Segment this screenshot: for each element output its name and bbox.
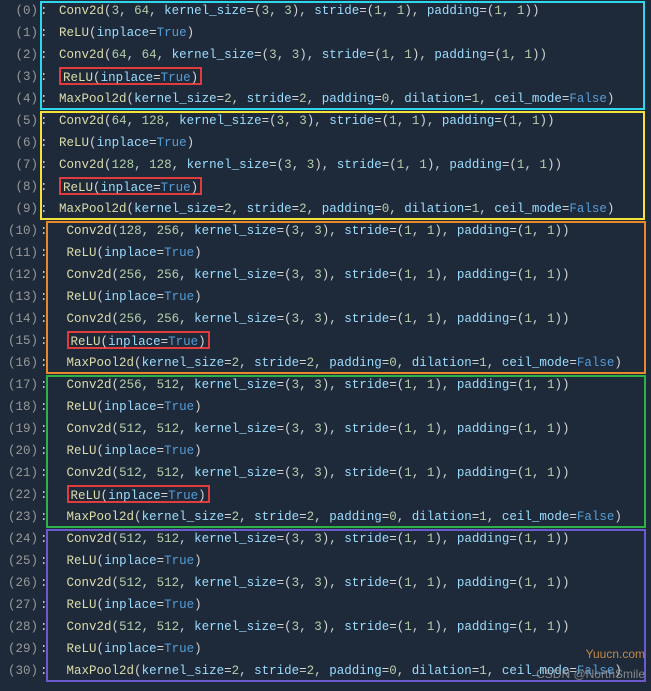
line-index: (5)	[0, 110, 40, 132]
code-content: Conv2d(512, 512, kernel_size=(3, 3), str…	[48, 418, 651, 440]
code-line: (25): ReLU(inplace=True)	[0, 550, 651, 572]
code-content: Conv2d(256, 512, kernel_size=(3, 3), str…	[48, 374, 651, 396]
code-line: (0): Conv2d(3, 64, kernel_size=(3, 3), s…	[0, 0, 651, 22]
code-content: Conv2d(512, 512, kernel_size=(3, 3), str…	[48, 616, 651, 638]
code-line: (22): ReLU(inplace=True)	[0, 484, 651, 506]
line-index: (0)	[0, 0, 40, 22]
highlight-box: ReLU(inplace=True)	[59, 177, 202, 195]
code-line: (24): Conv2d(512, 512, kernel_size=(3, 3…	[0, 528, 651, 550]
line-index: (26)	[0, 572, 40, 594]
line-index: (25)	[0, 550, 40, 572]
line-index: (4)	[0, 88, 40, 110]
watermark-site: Yuucn.com	[586, 643, 645, 665]
highlight-box: ReLU(inplace=True)	[67, 485, 210, 503]
code-content: ReLU(inplace=True)	[48, 66, 651, 89]
code-content: Conv2d(128, 256, kernel_size=(3, 3), str…	[48, 220, 651, 242]
code-line: (26): Conv2d(512, 512, kernel_size=(3, 3…	[0, 572, 651, 594]
code-line: (13): ReLU(inplace=True)	[0, 286, 651, 308]
code-line: (9): MaxPool2d(kernel_size=2, stride=2, …	[0, 198, 651, 220]
line-index: (24)	[0, 528, 40, 550]
code-content: MaxPool2d(kernel_size=2, stride=2, paddi…	[48, 88, 651, 110]
line-index: (6)	[0, 132, 40, 154]
code-content: MaxPool2d(kernel_size=2, stride=2, paddi…	[48, 352, 651, 374]
code-content: ReLU(inplace=True)	[48, 484, 651, 507]
code-line: (11): ReLU(inplace=True)	[0, 242, 651, 264]
line-index: (16)	[0, 352, 40, 374]
line-index: (9)	[0, 198, 40, 220]
line-index: (3)	[0, 66, 40, 88]
line-index: (27)	[0, 594, 40, 616]
code-line: (14): Conv2d(256, 256, kernel_size=(3, 3…	[0, 308, 651, 330]
code-block: (0): Conv2d(3, 64, kernel_size=(3, 3), s…	[0, 0, 651, 682]
code-content: Conv2d(64, 64, kernel_size=(3, 3), strid…	[48, 44, 651, 66]
code-line: (18): ReLU(inplace=True)	[0, 396, 651, 418]
code-line: (28): Conv2d(512, 512, kernel_size=(3, 3…	[0, 616, 651, 638]
code-content: Conv2d(512, 512, kernel_size=(3, 3), str…	[48, 462, 651, 484]
code-content: ReLU(inplace=True)	[48, 396, 651, 418]
line-index: (17)	[0, 374, 40, 396]
line-index: (21)	[0, 462, 40, 484]
line-index: (14)	[0, 308, 40, 330]
code-content: ReLU(inplace=True)	[48, 440, 651, 462]
line-index: (1)	[0, 22, 40, 44]
code-line: (3): ReLU(inplace=True)	[0, 66, 651, 88]
code-content: ReLU(inplace=True)	[48, 550, 651, 572]
line-index: (11)	[0, 242, 40, 264]
code-content: Conv2d(512, 512, kernel_size=(3, 3), str…	[48, 528, 651, 550]
code-line: (23): MaxPool2d(kernel_size=2, stride=2,…	[0, 506, 651, 528]
line-index: (15)	[0, 330, 40, 352]
code-line: (8): ReLU(inplace=True)	[0, 176, 651, 198]
code-line: (27): ReLU(inplace=True)	[0, 594, 651, 616]
code-line: (6): ReLU(inplace=True)	[0, 132, 651, 154]
code-content: ReLU(inplace=True)	[48, 330, 651, 353]
code-line: (19): Conv2d(512, 512, kernel_size=(3, 3…	[0, 418, 651, 440]
line-index: (22)	[0, 484, 40, 506]
line-index: (12)	[0, 264, 40, 286]
code-line: (15): ReLU(inplace=True)	[0, 330, 651, 352]
line-index: (19)	[0, 418, 40, 440]
code-content: ReLU(inplace=True)	[48, 176, 651, 199]
code-content: ReLU(inplace=True)	[48, 286, 651, 308]
line-index: (2)	[0, 44, 40, 66]
code-content: Conv2d(128, 128, kernel_size=(3, 3), str…	[48, 154, 651, 176]
line-index: (8)	[0, 176, 40, 198]
code-content: MaxPool2d(kernel_size=2, stride=2, paddi…	[48, 506, 651, 528]
line-index: (13)	[0, 286, 40, 308]
code-content: MaxPool2d(kernel_size=2, stride=2, paddi…	[48, 198, 651, 220]
code-line: (20): ReLU(inplace=True)	[0, 440, 651, 462]
line-index: (20)	[0, 440, 40, 462]
line-index: (28)	[0, 616, 40, 638]
code-content: Conv2d(3, 64, kernel_size=(3, 3), stride…	[48, 0, 651, 22]
code-content: Conv2d(256, 256, kernel_size=(3, 3), str…	[48, 264, 651, 286]
code-line: (29): ReLU(inplace=True)	[0, 638, 651, 660]
watermark-author: CSDN @NorthSmile	[536, 663, 645, 685]
highlight-box: ReLU(inplace=True)	[59, 67, 202, 85]
line-index: (18)	[0, 396, 40, 418]
code-line: (12): Conv2d(256, 256, kernel_size=(3, 3…	[0, 264, 651, 286]
line-index: (7)	[0, 154, 40, 176]
code-line: (16): MaxPool2d(kernel_size=2, stride=2,…	[0, 352, 651, 374]
code-line: (4): MaxPool2d(kernel_size=2, stride=2, …	[0, 88, 651, 110]
code-content: ReLU(inplace=True)	[48, 132, 651, 154]
line-index: (10)	[0, 220, 40, 242]
code-line: (1): ReLU(inplace=True)	[0, 22, 651, 44]
code-content: ReLU(inplace=True)	[48, 22, 651, 44]
code-line: (17): Conv2d(256, 512, kernel_size=(3, 3…	[0, 374, 651, 396]
code-line: (10): Conv2d(128, 256, kernel_size=(3, 3…	[0, 220, 651, 242]
code-line: (7): Conv2d(128, 128, kernel_size=(3, 3)…	[0, 154, 651, 176]
line-index: (30)	[0, 660, 40, 682]
highlight-box: ReLU(inplace=True)	[67, 331, 210, 349]
code-content: ReLU(inplace=True)	[48, 594, 651, 616]
code-content: Conv2d(512, 512, kernel_size=(3, 3), str…	[48, 572, 651, 594]
code-line: (5): Conv2d(64, 128, kernel_size=(3, 3),…	[0, 110, 651, 132]
code-content: Conv2d(64, 128, kernel_size=(3, 3), stri…	[48, 110, 651, 132]
code-content: ReLU(inplace=True)	[48, 242, 651, 264]
code-line: (21): Conv2d(512, 512, kernel_size=(3, 3…	[0, 462, 651, 484]
line-index: (29)	[0, 638, 40, 660]
code-content: Conv2d(256, 256, kernel_size=(3, 3), str…	[48, 308, 651, 330]
line-index: (23)	[0, 506, 40, 528]
code-line: (2): Conv2d(64, 64, kernel_size=(3, 3), …	[0, 44, 651, 66]
code-content: ReLU(inplace=True)	[48, 638, 651, 660]
